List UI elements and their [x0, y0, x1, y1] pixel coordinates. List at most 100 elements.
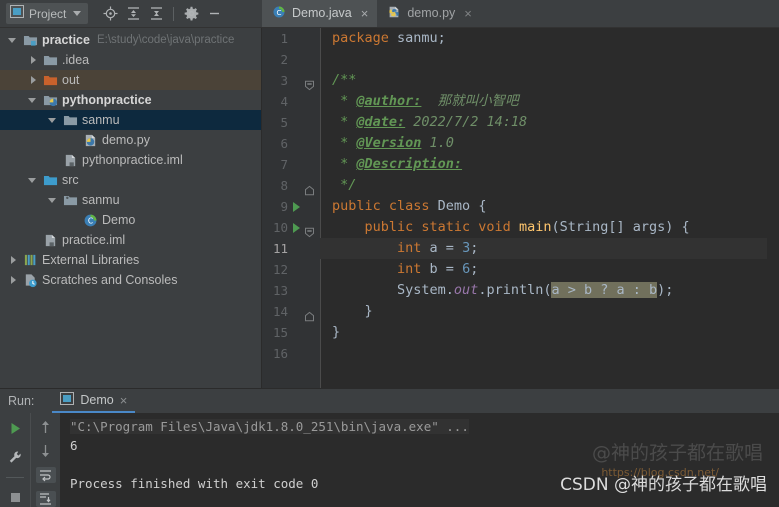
folder-icon — [42, 52, 58, 68]
scroll-to-end-icon[interactable] — [35, 491, 56, 507]
editor-tab-strip: C Demo.java × demo.py × — [262, 0, 779, 28]
tree-node-sanmu-py[interactable]: sanmu — [0, 110, 261, 130]
console-output[interactable]: "C:\Program Files\Java\jdk1.8.0_251\bin\… — [60, 413, 779, 507]
code-text: { — [470, 198, 487, 214]
code-number: 6 — [462, 261, 471, 277]
stop-icon[interactable] — [5, 488, 25, 507]
gutter-line: 3 — [262, 70, 320, 91]
editor-scrollbar[interactable] — [767, 28, 779, 388]
project-view-button[interactable]: Project — [6, 3, 89, 24]
code-keyword: public static void — [332, 219, 519, 235]
console-line: "C:\Program Files\Java\jdk1.8.0_251\bin\… — [70, 417, 779, 436]
rerun-icon[interactable] — [5, 419, 25, 438]
svg-text:C: C — [277, 7, 282, 16]
code-editor[interactable]: 1 2 3 4 5 6 7 8 9 10 11 12 13 14 15 16 p… — [262, 28, 779, 388]
editor-gutter[interactable]: 1 2 3 4 5 6 7 8 9 10 11 12 13 14 15 16 — [262, 28, 320, 388]
libraries-icon — [22, 252, 38, 268]
tree-label: Scratches and Consoles — [42, 273, 178, 287]
console-line: Process finished with exit code 0 — [70, 476, 319, 491]
gutter-line: 11 — [262, 238, 320, 259]
close-icon[interactable]: × — [361, 7, 369, 20]
fold-end-icon[interactable] — [304, 180, 315, 196]
code-number: 3 — [462, 240, 471, 256]
python-module-icon — [42, 92, 58, 108]
tree-node-src[interactable]: src — [0, 170, 261, 190]
python-file-icon — [387, 5, 401, 22]
tree-label: Demo — [102, 213, 136, 227]
chevron-right-icon[interactable] — [28, 75, 39, 86]
gutter-line: 10 — [262, 217, 320, 238]
iml-file-icon — [42, 232, 58, 248]
fold-collapse-icon[interactable] — [304, 75, 315, 91]
gear-icon[interactable] — [181, 4, 201, 24]
locate-icon[interactable] — [100, 4, 120, 24]
run-tab-demo[interactable]: Demo × — [52, 389, 136, 413]
chevron-down-icon[interactable] — [73, 11, 82, 16]
tree-node-demo-class[interactable]: C Demo — [0, 210, 261, 230]
tree-node-pythonpractice-iml[interactable]: pythonpractice.iml — [0, 150, 261, 170]
tab-demo-java[interactable]: C Demo.java × — [262, 0, 378, 27]
package-icon — [62, 192, 78, 208]
java-class-icon: C — [272, 5, 286, 22]
fold-end-icon[interactable] — [304, 306, 315, 322]
run-class-icon[interactable] — [293, 201, 300, 212]
tab-label: Demo.java — [292, 6, 352, 20]
code-line-3: /** — [320, 70, 767, 91]
chevron-right-icon[interactable] — [28, 55, 39, 66]
code-static-field: out — [453, 282, 479, 298]
expand-all-icon[interactable] — [123, 4, 143, 24]
tree-node-practice-iml[interactable]: practice.iml — [0, 230, 261, 250]
line-number: 7 — [280, 157, 288, 172]
scroll-down-icon[interactable] — [36, 443, 56, 459]
chevron-down-icon[interactable] — [48, 195, 59, 206]
close-icon[interactable]: × — [464, 7, 472, 20]
chevron-right-icon[interactable] — [8, 275, 19, 286]
tree-node-practice[interactable]: practice E:\study\code\java\practice — [0, 30, 261, 50]
close-icon[interactable]: × — [120, 393, 128, 408]
chevron-right-icon[interactable] — [8, 255, 19, 266]
chevron-down-icon[interactable] — [48, 115, 59, 126]
fold-collapse-icon[interactable] — [304, 222, 315, 238]
code-text: ; — [470, 261, 479, 277]
tree-node-idea[interactable]: .idea — [0, 50, 261, 70]
project-tree-panel[interactable]: practice E:\study\code\java\practice .id… — [0, 28, 262, 388]
code-text: ); — [657, 282, 674, 298]
chevron-down-icon[interactable] — [8, 35, 19, 46]
settings-wrench-icon[interactable] — [5, 448, 25, 467]
scroll-up-icon[interactable] — [36, 419, 56, 435]
tree-label: pythonpractice — [62, 93, 152, 107]
minimize-icon[interactable] — [204, 4, 224, 24]
console-command-text: "C:\Program Files\Java\jdk1.8.0_251\bin\… — [70, 419, 469, 434]
javadoc-value: 1.0 — [421, 135, 454, 151]
soft-wrap-icon[interactable] — [35, 467, 56, 483]
run-method-icon[interactable] — [293, 222, 300, 233]
run-config-icon — [60, 392, 75, 408]
project-window-icon — [10, 4, 24, 23]
iml-file-icon — [62, 152, 78, 168]
gutter-line: 14 — [262, 301, 320, 322]
tree-label: sanmu — [82, 193, 120, 207]
chevron-down-icon[interactable] — [28, 95, 39, 106]
tree-node-demo-py[interactable]: demo.py — [0, 130, 261, 150]
tree-node-sanmu-java[interactable]: sanmu — [0, 190, 261, 210]
line-number: 2 — [280, 52, 288, 67]
gutter-divider — [6, 477, 24, 478]
line-number: 12 — [272, 262, 288, 277]
tab-demo-py[interactable]: demo.py × — [377, 0, 481, 27]
code-keyword: public class — [332, 198, 438, 214]
gutter-line: 12 — [262, 259, 320, 280]
chevron-down-icon[interactable] — [28, 175, 39, 186]
module-folder-icon — [22, 32, 38, 48]
code-text-area[interactable]: package sanmu; /** * @author: 那就叫小智吧 * @… — [320, 28, 767, 388]
tree-node-out[interactable]: out — [0, 70, 261, 90]
java-class-icon: C — [82, 212, 98, 228]
tree-node-pythonpractice[interactable]: pythonpractice — [0, 90, 261, 110]
code-comment: * — [332, 93, 357, 109]
gutter-line: 8 — [262, 175, 320, 196]
code-line-1: package sanmu; — [320, 28, 767, 49]
collapse-all-icon[interactable] — [146, 4, 166, 24]
tree-node-scratches[interactable]: Scratches and Consoles — [0, 270, 261, 290]
tree-node-external-libraries[interactable]: External Libraries — [0, 250, 261, 270]
code-text: } — [332, 324, 341, 340]
code-line-10: public static void main(String[] args) { — [320, 217, 767, 238]
